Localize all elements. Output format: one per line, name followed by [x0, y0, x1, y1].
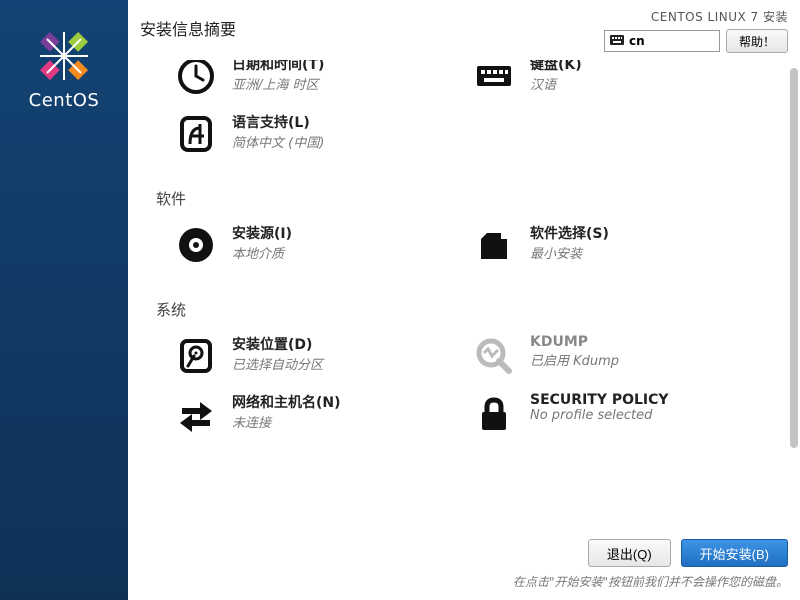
category-software: 软件	[156, 188, 786, 209]
topbar: 安装信息摘要 CENTOS LINUX 7 安装 cn 帮助！	[128, 0, 800, 60]
centos-logo-icon	[36, 28, 92, 84]
sidebar: CentOS	[0, 0, 128, 600]
install-label: CENTOS LINUX 7 安装	[651, 8, 788, 25]
spoke-status: 最小安装	[530, 243, 609, 262]
spoke-installation-source[interactable]: 安装源(I) 本地介质	[174, 219, 464, 277]
package-icon	[472, 223, 516, 267]
spoke-title: 软件选择(S)	[530, 223, 609, 243]
spoke-status: 未连接	[232, 412, 341, 431]
spoke-status: 汉语	[530, 74, 582, 93]
spoke-status: 本地介质	[232, 243, 292, 262]
hdd-icon	[174, 334, 218, 378]
page-title: 安装信息摘要	[140, 16, 236, 40]
spoke-language[interactable]: 语言支持(L) 简体中文 (中国)	[174, 108, 464, 166]
magnifier-icon	[472, 334, 516, 378]
scrollbar-thumb[interactable]	[790, 68, 798, 448]
spoke-title: 语言支持(L)	[232, 112, 324, 132]
brand-label: CentOS	[29, 90, 100, 111]
spoke-network[interactable]: 网络和主机名(N) 未连接	[174, 388, 464, 446]
spoke-status: 简体中文 (中国)	[232, 132, 324, 151]
spoke-keyboard[interactable]: 键盘(K) 汉语	[472, 60, 762, 108]
keyboard-icon	[472, 60, 516, 98]
disc-icon	[174, 223, 218, 267]
spoke-title: 网络和主机名(N)	[232, 392, 341, 412]
spoke-installation-destination[interactable]: 安装位置(D) 已选择自动分区	[174, 330, 464, 388]
spoke-status: 亚洲/上海 时区	[232, 74, 324, 93]
main-panel: 安装信息摘要 CENTOS LINUX 7 安装 cn 帮助！	[128, 0, 800, 600]
spoke-title: KDUMP	[530, 334, 619, 350]
spoke-status: 已启用 Kdump	[530, 350, 619, 369]
keyboard-icon	[610, 34, 624, 49]
spoke-status: No profile selected	[530, 408, 669, 423]
language-icon	[174, 112, 218, 156]
keyboard-layout-indicator[interactable]: cn	[604, 30, 720, 52]
network-arrows-icon	[174, 392, 218, 436]
lock-icon	[472, 392, 516, 436]
footer-hint: 在点击"开始安装"按钮前我们并不会操作您的磁盘。	[513, 573, 788, 590]
spoke-title: 安装位置(D)	[232, 334, 323, 354]
category-system: 系统	[156, 299, 786, 320]
help-button[interactable]: 帮助！	[726, 29, 788, 53]
content-scrollbar[interactable]	[788, 68, 798, 532]
spoke-security-policy[interactable]: SECURITY POLICY No profile selected	[472, 388, 762, 446]
spoke-software-selection[interactable]: 软件选择(S) 最小安装	[472, 219, 762, 277]
content-area: 日期和时间(T) 亚洲/上海 时区 键盘(K) 汉语	[128, 60, 800, 531]
spoke-title: SECURITY POLICY	[530, 392, 669, 408]
spoke-status: 已选择自动分区	[232, 354, 323, 373]
footer: 退出(Q) 开始安装(B) 在点击"开始安装"按钮前我们并不会操作您的磁盘。	[128, 531, 800, 600]
spoke-title: 键盘(K)	[530, 60, 582, 74]
spoke-kdump[interactable]: KDUMP 已启用 Kdump	[472, 330, 762, 388]
clock-icon	[174, 60, 218, 98]
quit-button[interactable]: 退出(Q)	[588, 539, 671, 567]
spoke-title: 安装源(I)	[232, 223, 292, 243]
keyboard-layout-value: cn	[629, 34, 645, 48]
begin-installation-button[interactable]: 开始安装(B)	[681, 539, 788, 567]
topbar-right: CENTOS LINUX 7 安装 cn 帮助！	[604, 8, 788, 53]
spoke-datetime[interactable]: 日期和时间(T) 亚洲/上海 时区	[174, 60, 464, 108]
spoke-title: 日期和时间(T)	[232, 60, 324, 74]
